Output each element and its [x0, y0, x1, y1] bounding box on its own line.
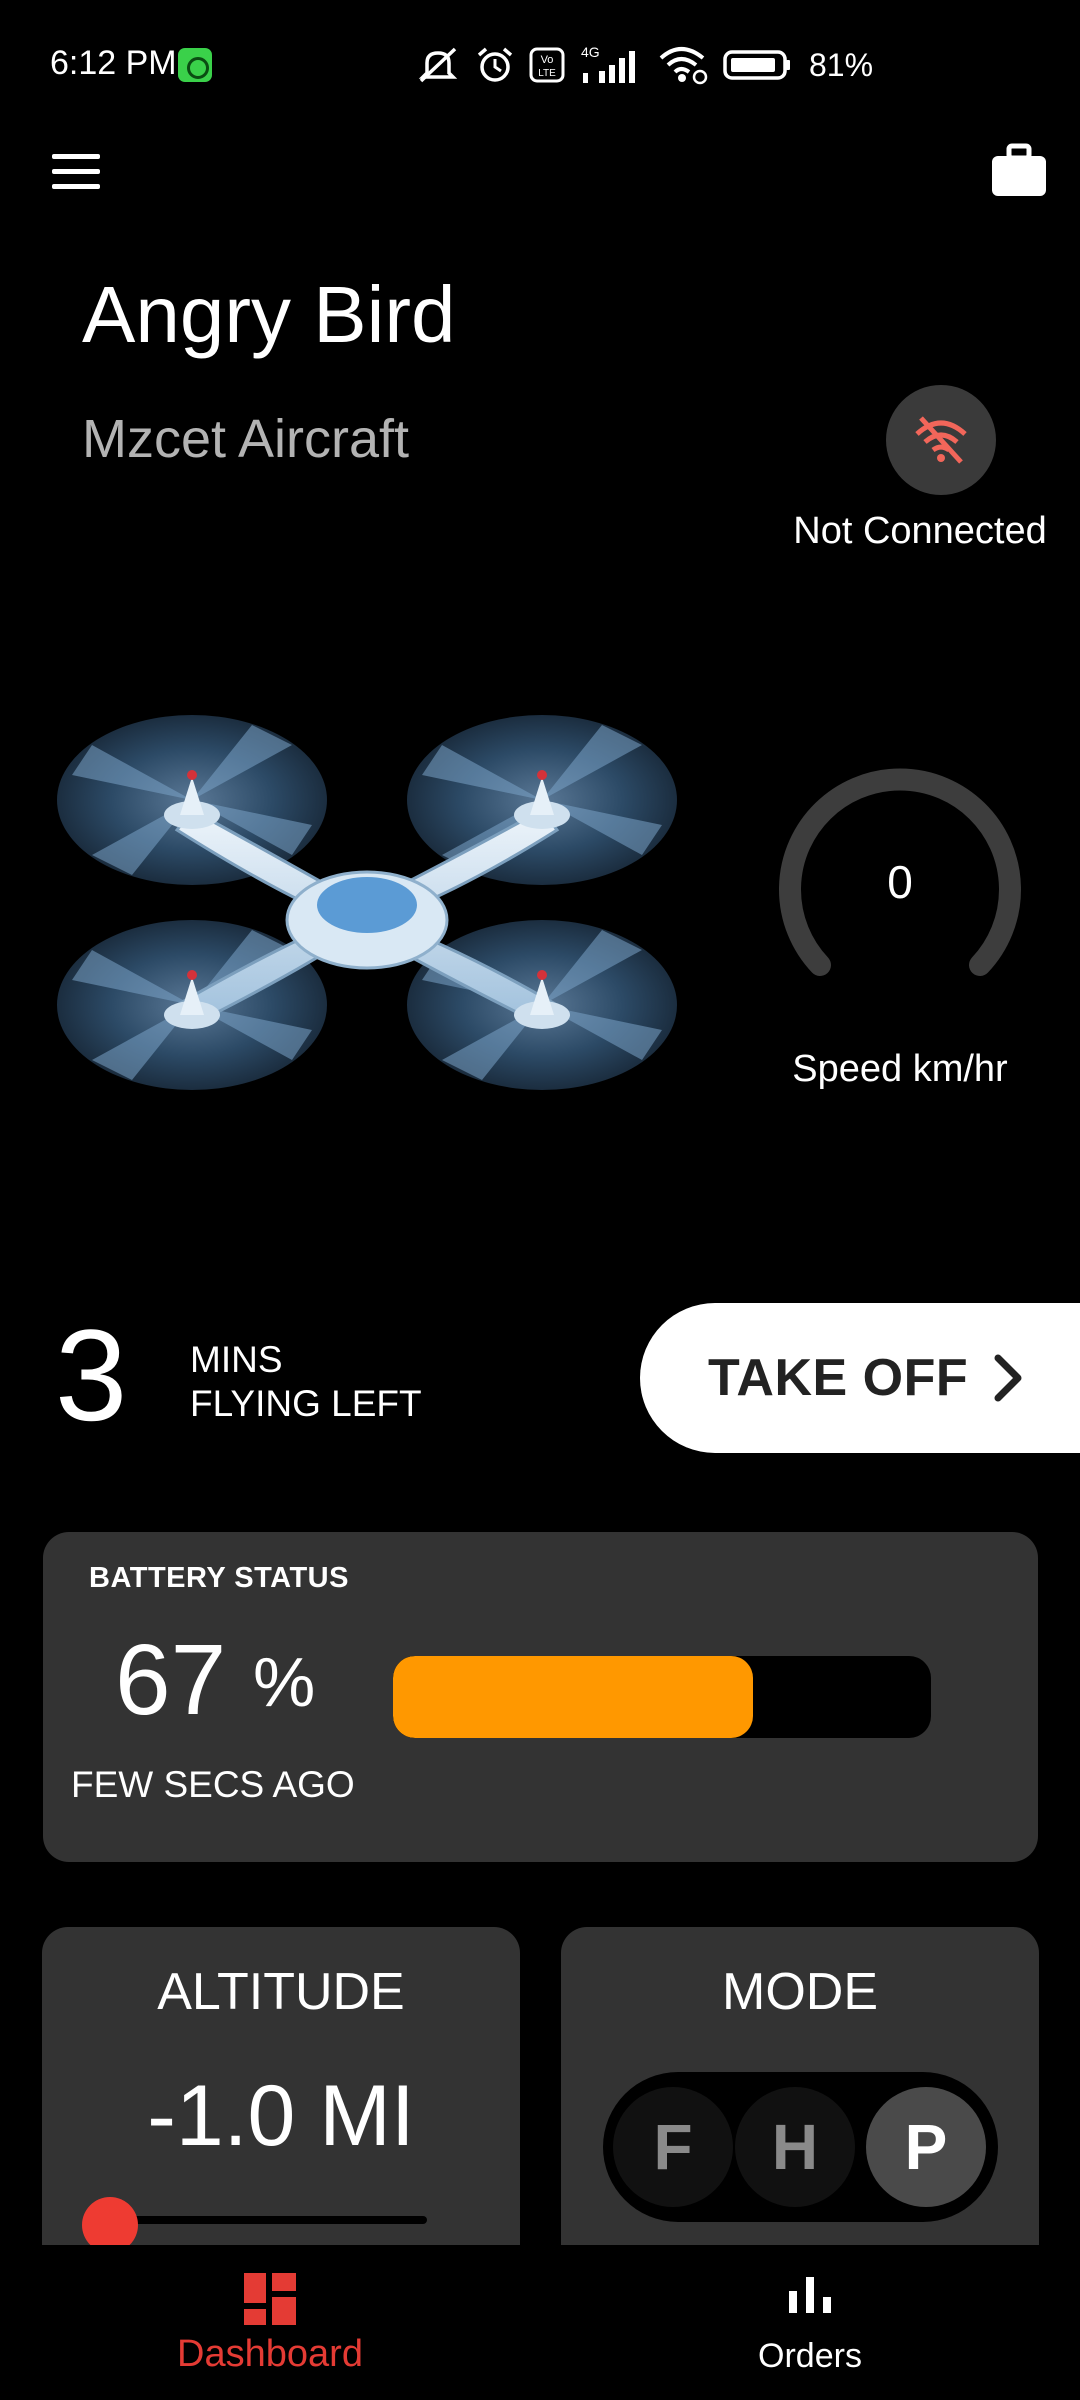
bottom-navigation: Dashboard Orders	[0, 2245, 1080, 2400]
battery-percent-text: 81%	[809, 46, 874, 83]
drone-illustration	[57, 715, 677, 1090]
minutes-label-line1: MINS	[190, 1339, 283, 1380]
nav-label-orders: Orders	[758, 2337, 862, 2375]
take-off-label: TAKE OFF	[708, 1349, 969, 1407]
status-time: 6:12 PM	[50, 44, 177, 82]
altitude-card: ALTITUDE -1.0 MI	[42, 1927, 520, 2247]
mode-option-h[interactable]: H	[735, 2087, 855, 2207]
bar-chart-icon	[789, 2277, 831, 2313]
mode-card: MODE F H P	[561, 1927, 1039, 2247]
alarm-icon	[477, 47, 513, 82]
network-type: 4G	[581, 44, 600, 60]
battery-icon	[723, 50, 790, 80]
status-icons: Vo LTE 4G 81%	[415, 40, 873, 90]
mode-selector: F H P	[603, 2072, 998, 2222]
chevron-right-icon	[994, 1354, 1022, 1402]
status-bar: 6:12 PM Vo LTE 4G 81%	[0, 0, 1080, 130]
nav-item-dashboard[interactable]: Dashboard	[120, 2245, 420, 2400]
svg-text:LTE: LTE	[538, 68, 556, 79]
mode-option-f[interactable]: F	[613, 2087, 733, 2207]
mode-option-p[interactable]: P	[866, 2087, 986, 2207]
battery-status-card: BATTERY STATUS 67 % FEW SECS AGO	[43, 1532, 1038, 1862]
battery-status-title: BATTERY STATUS	[89, 1562, 349, 1594]
connection-button[interactable]	[886, 385, 996, 495]
minutes-left-value: 3	[55, 1302, 128, 1448]
aircraft-type: Mzcet Aircraft	[82, 409, 410, 469]
take-off-button[interactable]: TAKE OFF	[640, 1303, 1080, 1453]
battery-value: 67	[115, 1624, 227, 1736]
app-notification-icon	[178, 48, 212, 82]
hamburger-menu-icon[interactable]	[48, 150, 108, 194]
battery-updated-time: FEW SECS AGO	[71, 1764, 355, 1805]
briefcase-icon[interactable]	[990, 142, 1048, 198]
dashboard-icon	[244, 2273, 296, 2325]
altitude-title: ALTITUDE	[157, 1963, 405, 2021]
battery-unit: %	[253, 1643, 316, 1721]
wifi-off-icon	[915, 416, 967, 464]
svg-text:Vo: Vo	[541, 54, 554, 66]
altitude-slider-track[interactable]	[107, 2216, 427, 2224]
nav-item-orders[interactable]: Orders	[660, 2245, 960, 2400]
battery-level-bar	[393, 1656, 931, 1738]
altitude-slider-thumb[interactable]	[82, 2197, 138, 2247]
connection-status: Not Connected	[793, 510, 1047, 552]
minutes-label-line2: FLYING LEFT	[190, 1383, 422, 1424]
speed-label: Speed km/hr	[792, 1048, 1008, 1090]
minutes-left-label: MINS FLYING LEFT	[190, 1338, 422, 1426]
signal-icon: 4G	[581, 44, 635, 83]
wifi-icon	[659, 47, 708, 85]
nav-label-dashboard: Dashboard	[177, 2333, 363, 2375]
speed-value: 0	[887, 856, 913, 908]
mode-title: MODE	[722, 1963, 878, 2021]
altitude-value: -1.0 MI	[147, 2068, 415, 2164]
silent-icon	[418, 47, 458, 83]
aircraft-name: Angry Bird	[82, 270, 456, 359]
volte-icon: Vo LTE	[529, 47, 565, 83]
battery-level-fill	[393, 1656, 754, 1738]
